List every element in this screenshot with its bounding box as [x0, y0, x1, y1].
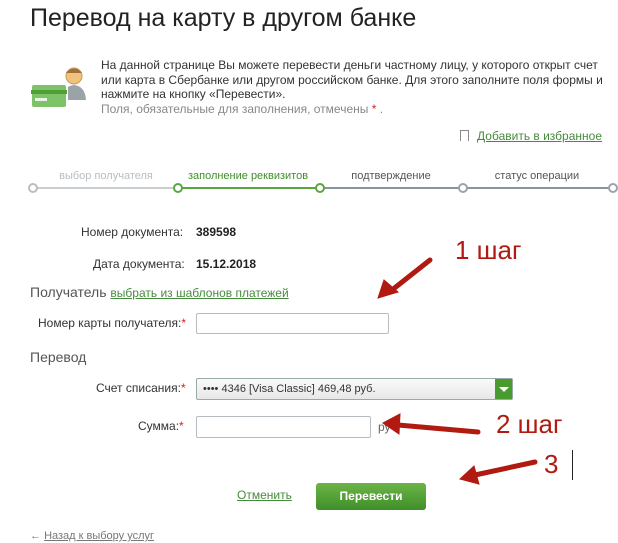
- currency-label: ру: [378, 420, 391, 434]
- annotation-arrow-1: [389, 257, 433, 293]
- amount-label-text: Сумма:: [138, 419, 180, 433]
- required-star: *: [181, 316, 187, 330]
- annotation-step-2: 2 шаг: [496, 409, 563, 439]
- annotation-arrow-3: [472, 459, 538, 478]
- recipient-section: Получатель выбрать из шаблонов платежей: [30, 284, 289, 300]
- submit-transfer-button[interactable]: Перевести: [316, 483, 426, 510]
- stepper-line-done: [33, 187, 177, 189]
- intro-description: На данной странице Вы можете перевести д…: [101, 58, 606, 116]
- account-label: Счет списания:*: [96, 381, 186, 395]
- annotation-step-1: 1 шаг: [455, 235, 522, 265]
- document-date-label: Дата документа:: [93, 257, 185, 271]
- amount-label: Сумма:*: [138, 419, 184, 433]
- annotation-arrowhead-3: [458, 465, 480, 485]
- step-label-2: заполнение реквизитов: [187, 170, 309, 182]
- annotation-step-3: 3: [544, 449, 559, 479]
- account-label-text: Счет списания:: [96, 381, 181, 395]
- card-number-label-text: Номер карты получателя:: [38, 316, 182, 330]
- required-note: Поля, обязательные для заполнения, отмеч…: [101, 101, 369, 116]
- cancel-link[interactable]: Отменить: [237, 488, 292, 502]
- required-star: *: [179, 419, 184, 433]
- step-label-1: выбор получателя: [59, 170, 153, 182]
- document-number-label: Номер документа:: [81, 225, 184, 239]
- document-number-value: 389598: [196, 225, 237, 239]
- document-date-value: 15.12.2018: [196, 257, 257, 271]
- stepper-dot-active-start: [173, 183, 183, 193]
- bookmark-icon: [460, 130, 470, 141]
- required-star: *: [180, 381, 186, 395]
- progress-stepper: выбор получателя заполнение реквизитов п…: [28, 170, 618, 194]
- back-to-services-link[interactable]: ← Назад к выбору услуг: [30, 530, 154, 542]
- stepper-line-active: [177, 187, 319, 189]
- chevron-down-icon[interactable]: [495, 379, 512, 399]
- back-to-services-label: Назад к выбору услуг: [44, 530, 155, 542]
- annotation-arrow-2: [395, 422, 481, 435]
- transfer-section-title: Перевод: [30, 349, 87, 365]
- step-label-3: подтверждение: [351, 170, 431, 182]
- add-to-favorites-link[interactable]: Добавить в избранное: [460, 129, 602, 143]
- stepper-dot-4: [608, 183, 618, 193]
- text-cursor: [572, 450, 573, 480]
- page-title: Перевод на карту в другом банке: [30, 4, 417, 32]
- account-select[interactable]: •••• 4346 [Visa Classic] 469,48 руб.: [196, 378, 513, 400]
- add-to-favorites-label: Добавить в избранное: [477, 129, 602, 143]
- intro-text: На данной странице Вы можете перевести д…: [101, 58, 603, 101]
- amount-input[interactable]: [196, 416, 371, 438]
- recipient-section-title: Получатель: [30, 284, 107, 300]
- annotation-arrowhead-1: [377, 279, 400, 299]
- required-star: *: [371, 101, 377, 116]
- step-label-4: статус операции: [494, 170, 580, 182]
- stepper-dot-active-end: [315, 183, 325, 193]
- back-arrow-icon: ←: [30, 530, 41, 542]
- card-number-label: Номер карты получателя:*: [38, 316, 186, 330]
- templates-link[interactable]: выбрать из шаблонов платежей: [110, 286, 288, 300]
- card-number-input[interactable]: [196, 313, 389, 334]
- account-select-value: •••• 4346 [Visa Classic] 469,48 руб.: [203, 383, 376, 395]
- card-transfer-icon: [30, 67, 86, 109]
- required-note-end: .: [379, 101, 384, 116]
- stepper-dot-3: [458, 183, 468, 193]
- stepper-dot-start: [28, 183, 38, 193]
